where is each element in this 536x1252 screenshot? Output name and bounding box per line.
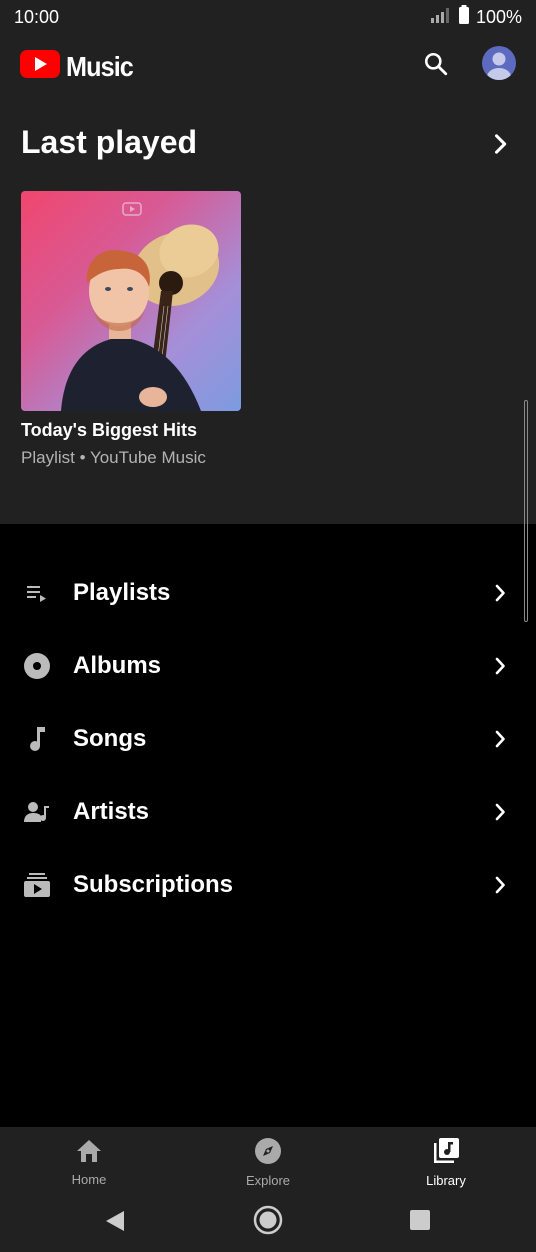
library-item-label: Albums [73,651,162,679]
nav-home[interactable]: Home [29,1127,149,1197]
card-subtitle: Playlist • YouTube Music [21,448,206,467]
signal-icon [430,6,452,29]
screen: 10:00 100% Music Last played Today's Big… [0,0,536,1252]
recents-button[interactable] [410,1210,430,1235]
last-played-more-button[interactable] [486,130,514,158]
compass-icon [254,1137,282,1170]
nav-label: Explore [245,1172,291,1188]
nav-label: Library [426,1172,466,1188]
library-icon [432,1137,460,1170]
library-item-label: Subscriptions [73,870,234,898]
nav-label: Home [71,1171,107,1187]
chevron-right-icon [488,873,512,897]
home-icon [75,1138,103,1169]
library-item-playlists[interactable]: Playlists [0,556,536,629]
system-nav-bar [0,1197,536,1252]
library-item-albums[interactable]: Albums [0,629,536,702]
avatar[interactable] [482,46,516,80]
library-item-label: Playlists [73,578,171,606]
battery-icon [458,4,470,30]
library-list: Playlists Albums Songs Artists Subscript… [0,556,536,921]
library-item-label: Artists [73,797,150,825]
search-button[interactable] [418,48,454,84]
subscriptions-icon [22,870,52,900]
card-title[interactable]: Today's Biggest Hits [21,420,197,441]
library-item-artists[interactable]: Artists [0,775,536,848]
album-icon [22,651,52,681]
playlist-thumbnail[interactable] [21,191,241,411]
chevron-right-icon [486,134,514,162]
status-bar: 10:00 100% [0,0,536,34]
library-item-label: Songs [73,724,147,752]
chevron-right-icon [488,800,512,824]
home-button[interactable] [253,1205,283,1240]
music-note-icon [22,724,52,754]
battery-percent: 100% [475,6,522,27]
youtube-play-icon [20,50,60,83]
status-icons: 100% [430,4,522,30]
library-item-songs[interactable]: Songs [0,702,536,775]
section-title: Last played [21,124,198,160]
status-time: 10:00 [14,6,60,27]
youtube-music-logo[interactable]: Music [20,50,140,83]
nav-explore[interactable]: Explore [208,1127,328,1197]
playlist-icon [22,578,52,608]
app-bar: Music [0,34,536,94]
chevron-right-icon [488,727,512,751]
chevron-right-icon [488,654,512,678]
search-icon [423,51,449,82]
back-button[interactable] [104,1209,126,1238]
chevron-right-icon [488,581,512,605]
logo-text: Music [66,50,134,82]
library-item-subscriptions[interactable]: Subscriptions [0,848,536,921]
nav-library[interactable]: Library [386,1127,506,1197]
bottom-nav: Home Explore Library [0,1127,536,1197]
last-played-section: Last played Today's Biggest Hits Playlis… [0,94,536,524]
artist-icon [22,797,52,827]
